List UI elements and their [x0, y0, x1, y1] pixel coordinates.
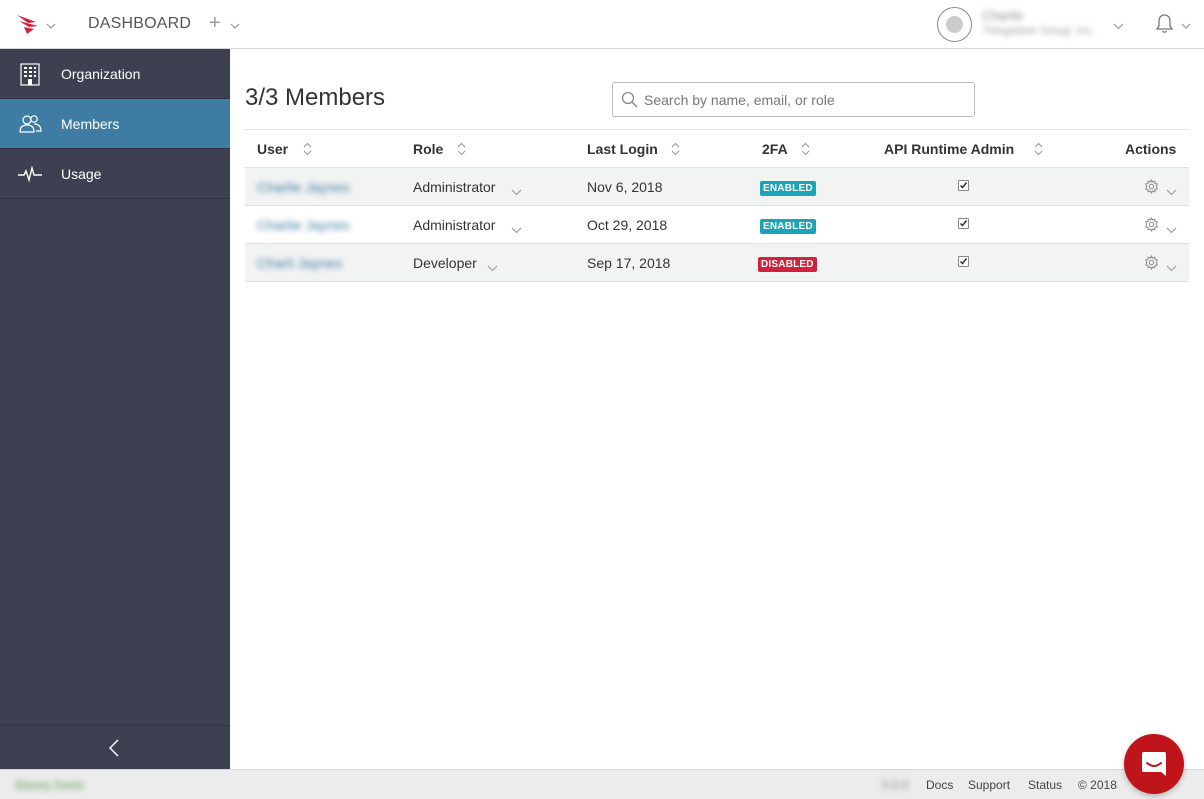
page-title: 3/3 Members: [245, 84, 386, 111]
sort-icon[interactable]: [457, 142, 466, 161]
chevron-down-icon[interactable]: [1166, 183, 1177, 201]
gear-icon[interactable]: [1144, 178, 1159, 199]
api-admin-checkbox[interactable]: [958, 180, 969, 191]
user-org: Thingsdoer Group, Inc.: [982, 25, 1095, 37]
last-login: Nov 6, 2018: [587, 179, 663, 195]
bell-icon[interactable]: [1155, 13, 1174, 39]
chevron-down-icon[interactable]: [46, 17, 56, 35]
gear-icon[interactable]: [1144, 216, 1159, 237]
last-login: Oct 29, 2018: [587, 217, 668, 233]
gear-icon[interactable]: [1144, 254, 1159, 275]
search-input[interactable]: [644, 89, 964, 111]
status-badge: ENABLED: [760, 219, 816, 234]
column-header-role[interactable]: Role: [413, 141, 443, 157]
user-link[interactable]: Charlie Jaynes: [257, 179, 350, 195]
version-text: 5.0.0: [882, 778, 909, 792]
last-login: Sep 17, 2018: [587, 255, 671, 271]
user-name[interactable]: Charlie: [982, 8, 1023, 23]
api-admin-checkbox[interactable]: [958, 256, 969, 267]
table-row: Charli Jaynes Developer Sep 17, 2018 DIS…: [245, 244, 1189, 282]
support-link[interactable]: Support: [968, 778, 1010, 792]
sidebar-item-members[interactable]: Members: [0, 99, 230, 149]
sort-icon[interactable]: [1034, 142, 1043, 161]
sort-icon[interactable]: [801, 142, 810, 161]
sidebar-item-label: Organization: [61, 66, 141, 82]
table-row: Charlie Jaynes Administrator Oct 29, 201…: [245, 206, 1189, 244]
avatar[interactable]: [937, 7, 972, 42]
chevron-down-icon[interactable]: [511, 183, 522, 201]
sidebar-item-organization[interactable]: Organization: [0, 49, 230, 99]
sidebar-item-label: Usage: [61, 166, 102, 182]
chevron-down-icon[interactable]: [1166, 221, 1177, 239]
chat-button[interactable]: [1124, 734, 1184, 794]
sidebar: Organization Members Usage: [0, 49, 230, 769]
top-bar: DASHBOARD + Charlie Thingsdoer Group, In…: [0, 0, 1204, 49]
chevron-down-icon[interactable]: [1166, 259, 1177, 277]
chevron-down-icon[interactable]: [1113, 17, 1124, 35]
members-table: User Role Last Login 2FA API Runtime Adm…: [245, 129, 1189, 282]
add-icon[interactable]: +: [209, 12, 221, 34]
table-row: Charlie Jaynes Administrator Nov 6, 2018…: [245, 168, 1189, 206]
user-link[interactable]: Charli Jaynes: [257, 255, 342, 271]
brand-logo-icon[interactable]: [16, 13, 42, 35]
people-icon: [18, 112, 42, 136]
column-header-actions: Actions: [1125, 141, 1177, 157]
chevron-down-icon[interactable]: [230, 17, 240, 35]
status-badge: DISABLED: [758, 257, 817, 272]
search-box[interactable]: [612, 82, 975, 117]
sort-icon[interactable]: [303, 142, 312, 161]
app-title[interactable]: DASHBOARD: [88, 15, 191, 33]
building-icon: [18, 62, 42, 86]
column-header-last-login[interactable]: Last Login: [587, 141, 658, 157]
sort-icon[interactable]: [671, 142, 680, 161]
footer: Stacey Davis 5.0.0 Docs Support Status ©…: [0, 769, 1204, 799]
sidebar-item-label: Members: [61, 116, 120, 132]
footer-left-text[interactable]: Stacey Davis: [14, 778, 84, 792]
status-badge: ENABLED: [760, 181, 816, 196]
role-select[interactable]: Administrator: [413, 217, 495, 233]
docs-link[interactable]: Docs: [926, 778, 953, 792]
user-link[interactable]: Charlie Jaynes: [257, 217, 350, 233]
api-admin-checkbox[interactable]: [958, 218, 969, 229]
pulse-icon: [18, 162, 42, 186]
table-header: User Role Last Login 2FA API Runtime Adm…: [245, 129, 1189, 168]
column-header-2fa[interactable]: 2FA: [762, 141, 788, 157]
status-link[interactable]: Status: [1028, 778, 1062, 792]
collapse-sidebar-button[interactable]: [0, 725, 230, 769]
role-select[interactable]: Developer: [413, 255, 477, 271]
chevron-down-icon[interactable]: [487, 259, 498, 277]
column-header-api-runtime-admin[interactable]: API Runtime Admin: [884, 141, 1014, 157]
chevron-down-icon[interactable]: [511, 221, 522, 239]
chevron-down-icon[interactable]: [1181, 17, 1191, 35]
role-select[interactable]: Administrator: [413, 179, 495, 195]
sidebar-item-usage[interactable]: Usage: [0, 149, 230, 199]
column-header-user[interactable]: User: [257, 141, 288, 157]
copyright-text: © 2018: [1078, 778, 1117, 792]
